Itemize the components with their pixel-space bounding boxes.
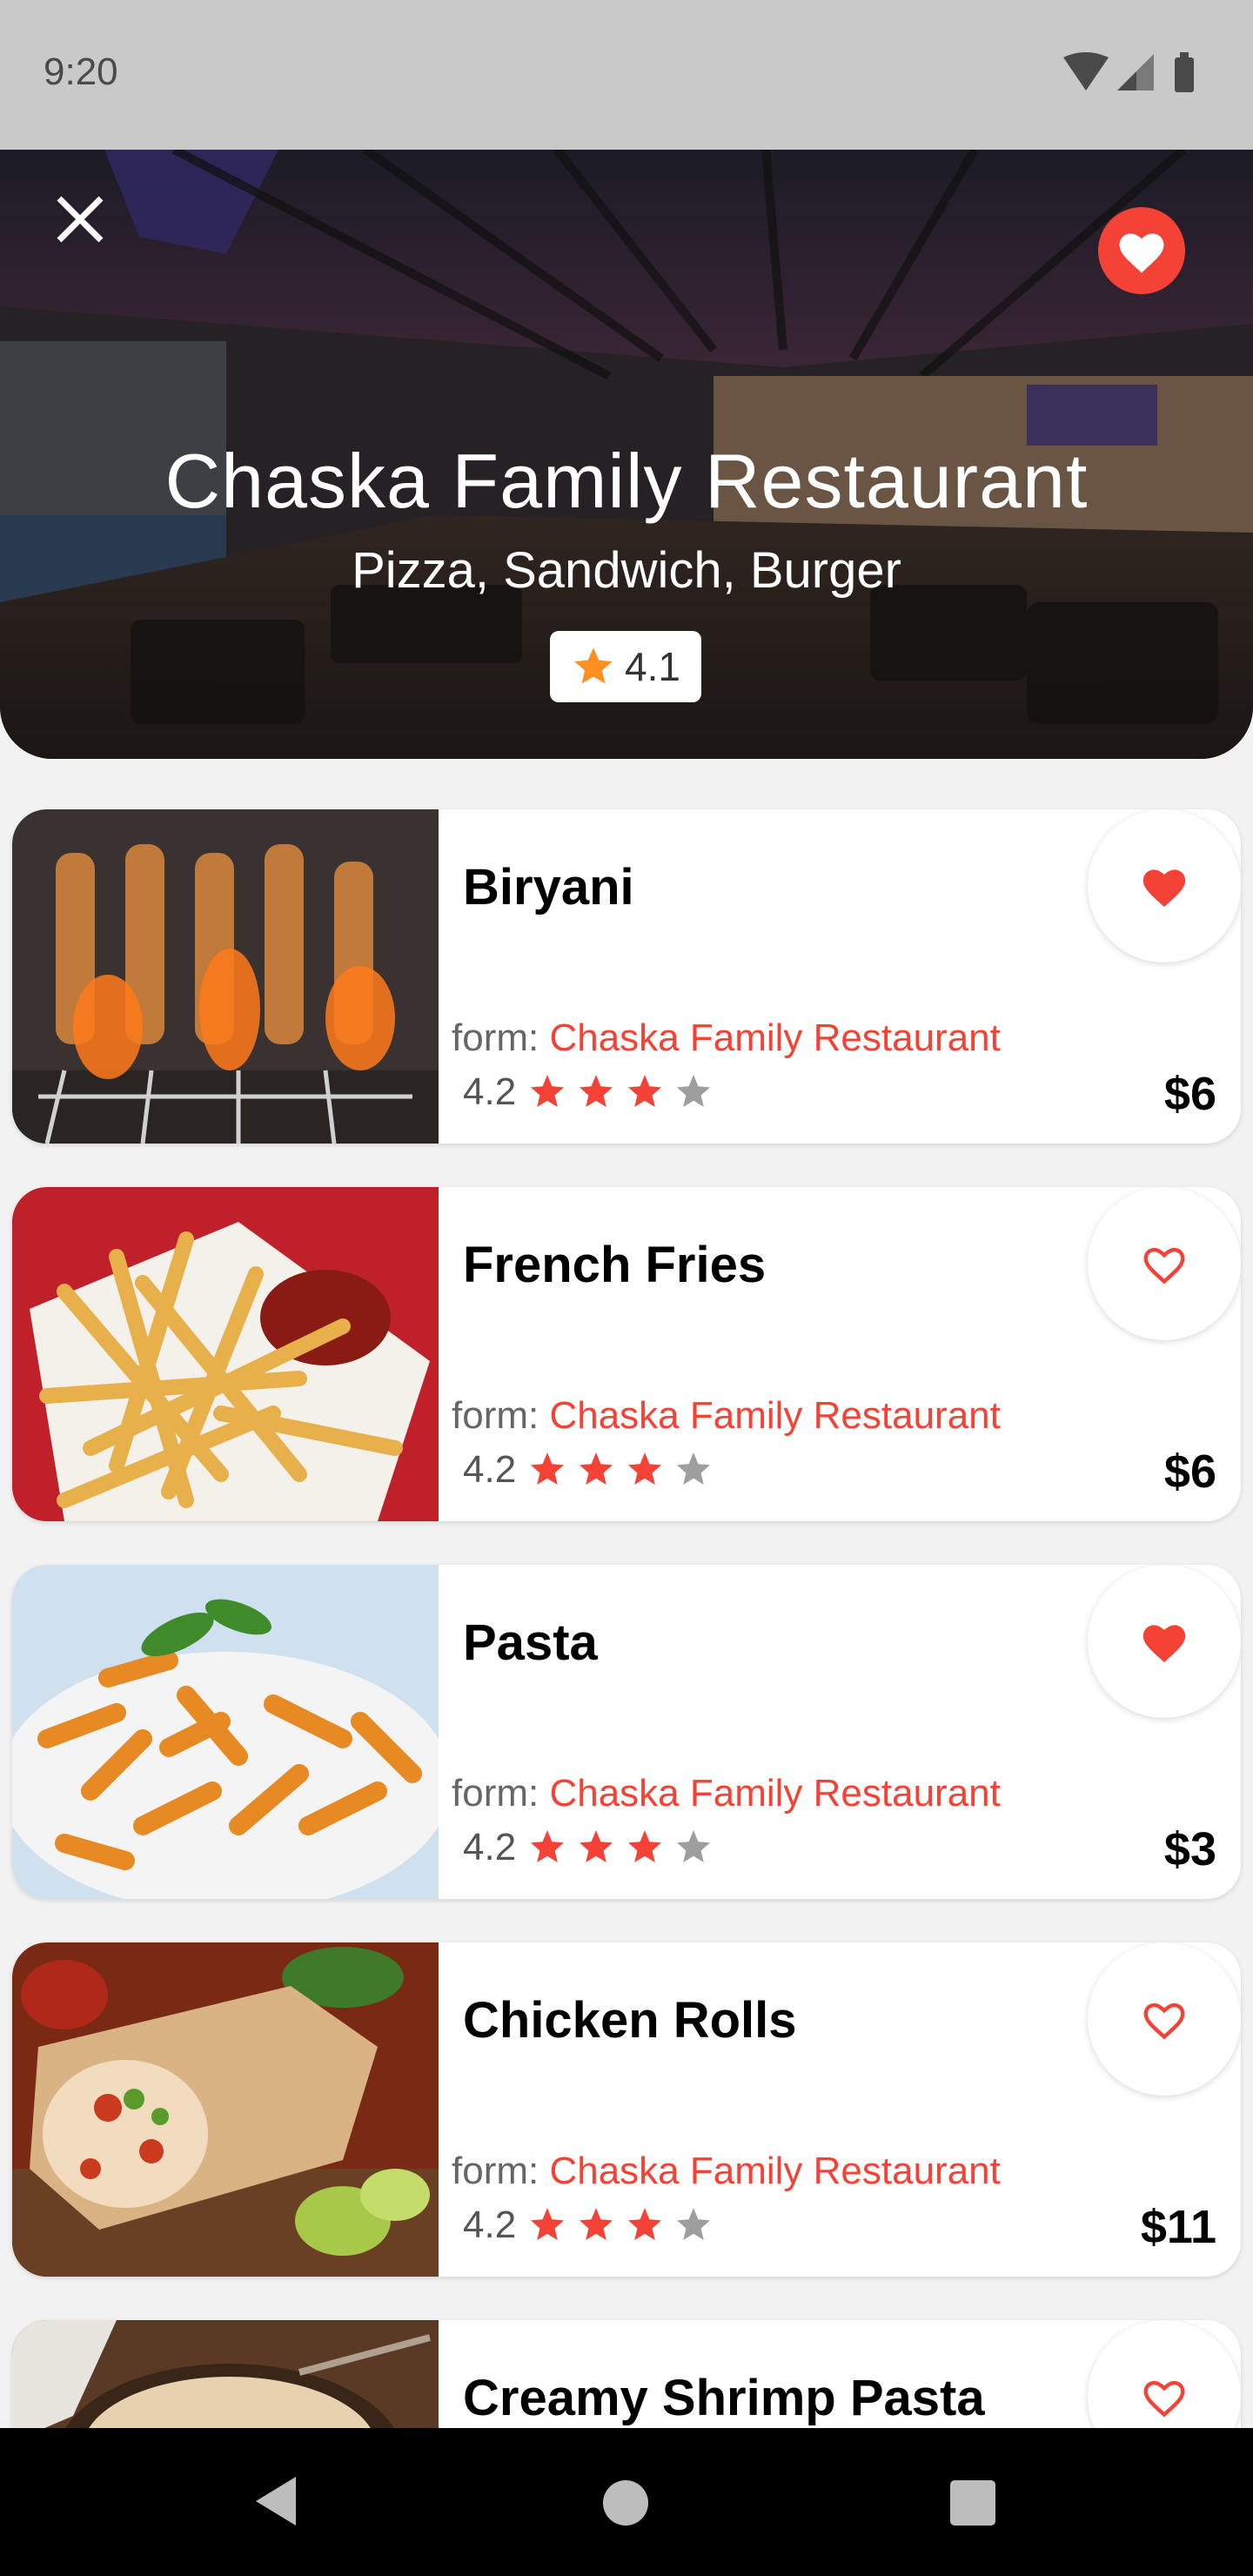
star-rating-icons — [531, 1452, 711, 1485]
star-icon — [580, 1830, 613, 1862]
dish-rating: 4.2 — [463, 1070, 721, 1114]
favorite-button[interactable] — [1088, 1187, 1241, 1340]
star-icon — [531, 2208, 565, 2240]
dish-restaurant: Chaska Family Restaurant — [549, 1772, 1001, 1815]
dish-source: form: Chaska Family Restaurant — [452, 1772, 1001, 1815]
restaurant-name: Chaska Family Restaurant — [164, 438, 1089, 524]
dish-rating: 4.2 — [463, 1826, 721, 1869]
dish-image-biryani — [12, 809, 439, 1144]
back-icon[interactable] — [252, 2473, 301, 2529]
star-icon — [531, 1452, 565, 1485]
dish-rating: 4.2 — [463, 2204, 721, 2247]
dish-image-pasta — [12, 1565, 439, 1899]
dish-restaurant: Chaska Family Restaurant — [549, 1016, 1001, 1059]
restaurant-cuisines: Pizza, Sandwich, Burger — [352, 542, 901, 599]
star-icon — [628, 1075, 662, 1107]
dish-name: Pasta — [463, 1614, 598, 1671]
star-icon — [580, 2208, 613, 2240]
favorite-button[interactable] — [1088, 1565, 1241, 1718]
dish-name: Biryani — [463, 859, 634, 916]
star-icon — [628, 2208, 662, 2240]
dish-name: Creamy Shrimp Pasta — [463, 2370, 985, 2426]
system-navigation-bar — [0, 2428, 1253, 2576]
restaurant-favorite-button[interactable] — [1098, 207, 1185, 294]
heart-outline-icon — [1143, 1247, 1185, 1285]
heart-filled-icon — [1142, 1625, 1186, 1663]
dish-image-chicken-rolls — [12, 1942, 439, 2277]
star-icon — [628, 1830, 662, 1862]
wifi-icon — [1063, 52, 1109, 91]
star-rating-icons — [531, 1830, 711, 1862]
star-icon — [531, 1075, 565, 1107]
heart-filled-icon — [1119, 233, 1164, 273]
battery-icon — [1175, 57, 1194, 92]
heart-outline-icon — [1143, 2380, 1185, 2418]
status-time: 9:20 — [44, 50, 118, 93]
dish-restaurant: Chaska Family Restaurant — [549, 1394, 1001, 1437]
star-icon — [531, 1830, 565, 1862]
favorite-button[interactable] — [1088, 809, 1241, 963]
dish-rating-value: 4.2 — [463, 1070, 517, 1113]
star-icon — [580, 1452, 613, 1485]
dish-price: $11 — [1140, 2201, 1216, 2253]
dish-source: form: Chaska Family Restaurant — [452, 1394, 1001, 1437]
status-icons — [1063, 52, 1194, 92]
restaurant-rating-value: 4.1 — [625, 644, 680, 689]
status-bar: 9:20 — [0, 0, 1253, 150]
star-rating-icons — [531, 1075, 711, 1107]
dish-source: form: Chaska Family Restaurant — [452, 1016, 1001, 1059]
menu-item-card[interactable]: Chicken Rolls form: Chaska Family Restau… — [12, 1942, 1241, 2277]
dish-price: $3 — [1163, 1823, 1216, 1875]
menu-item-card[interactable]: French Fries form: Chaska Family Restaur… — [12, 1187, 1241, 1521]
dish-rating-value: 4.2 — [463, 1826, 517, 1868]
restaurant-header: Chaska Family Restaurant Pizza, Sandwich… — [0, 150, 1253, 759]
star-empty-icon — [677, 1830, 711, 1862]
star-empty-icon — [677, 1075, 711, 1107]
star-icon — [628, 1452, 662, 1485]
dish-rating: 4.2 — [463, 1448, 721, 1492]
dish-image-french-fries — [12, 1187, 439, 1521]
dish-name: Chicken Rolls — [463, 1992, 797, 2049]
dish-rating-value: 4.2 — [463, 2204, 517, 2246]
star-empty-icon — [677, 2208, 711, 2240]
heart-outline-icon — [1143, 2002, 1185, 2040]
star-icon — [574, 647, 613, 684]
dish-price: $6 — [1163, 1068, 1216, 1120]
recents-icon[interactable] — [950, 2480, 995, 2526]
menu-item-card[interactable]: Biryani form: Chaska Family Restaurant 4… — [12, 809, 1241, 1144]
home-icon[interactable] — [603, 2480, 648, 2526]
star-icon — [580, 1075, 613, 1107]
heart-filled-icon — [1142, 869, 1186, 908]
close-icon[interactable] — [45, 184, 115, 254]
favorite-button[interactable] — [1088, 1942, 1241, 2096]
menu-item-card[interactable]: Pasta form: Chaska Family Restaurant 4.2… — [12, 1565, 1241, 1899]
star-empty-icon — [677, 1452, 711, 1485]
star-rating-icons — [531, 2208, 711, 2240]
dish-source: form: Chaska Family Restaurant — [452, 2150, 1001, 2192]
dish-price: $6 — [1163, 1446, 1216, 1498]
restaurant-rating-badge: 4.1 — [550, 631, 701, 702]
dish-rating-value: 4.2 — [463, 1448, 517, 1491]
dish-name: French Fries — [463, 1237, 767, 1293]
dish-restaurant: Chaska Family Restaurant — [549, 2150, 1001, 2192]
